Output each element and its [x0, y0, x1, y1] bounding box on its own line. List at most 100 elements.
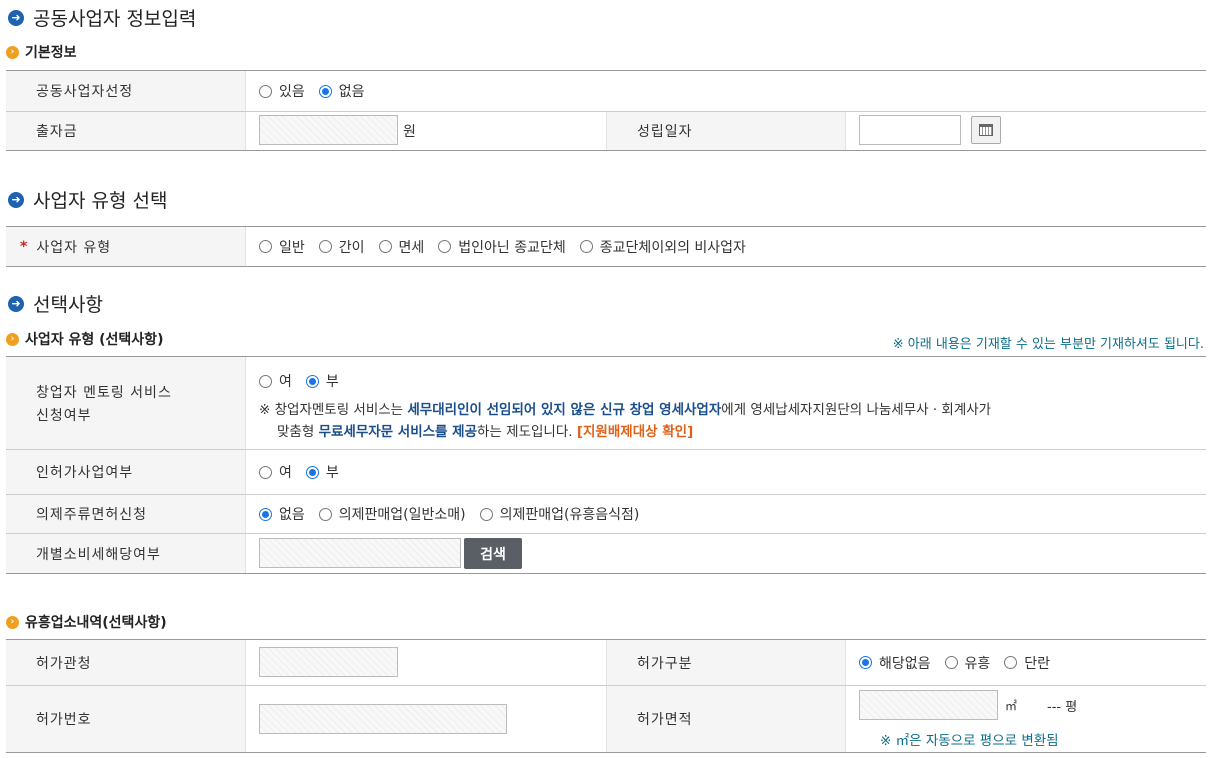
radio-label: 의제판매업(유흥음식점) [499, 507, 640, 523]
investment-label: 출자금 [6, 112, 246, 150]
radio-circle-icon [438, 240, 452, 253]
biztype-radios: 일반 간이 면세 법인아닌 종교단체 종교단체이외의 비사업자 [259, 227, 760, 266]
subsection-title-text: 기본정보 [25, 45, 77, 61]
number-label: 허가번호 [6, 686, 246, 752]
founded-date-input[interactable] [859, 115, 961, 145]
permit-label: 인허가사업여부 [6, 450, 246, 494]
calendar-icon [979, 124, 993, 136]
subsection-title-text: 유흥업소내역(선택사항) [25, 615, 167, 631]
radio-circle-icon [318, 240, 332, 253]
radio-kind-karaoke[interactable]: 단란 [1004, 653, 1050, 673]
radio-circle-icon [259, 374, 272, 388]
permit-number-input[interactable] [259, 704, 507, 734]
radio-circle-icon [944, 656, 958, 669]
radio-label: 여 [279, 374, 292, 390]
radio-liquor-retail[interactable]: 의제판매업(일반소매) [318, 504, 466, 524]
radio-biztype-simple[interactable]: 간이 [318, 237, 365, 257]
permit-radios: 여 부 [259, 450, 353, 494]
radio-label: 일반 [279, 239, 305, 256]
subsection-optional-title: › 사업자 유형 (선택사항) [6, 329, 163, 349]
radio-mentoring-no[interactable]: 부 [305, 371, 339, 391]
subsection-basic-title: › 기본정보 [6, 42, 77, 62]
radio-label: 면세 [398, 239, 425, 256]
radio-label: 있음 [279, 84, 305, 100]
radio-joint-yes[interactable]: 있음 [259, 81, 305, 101]
label-text: 허가관청 [36, 655, 92, 672]
radio-liquor-entertainment[interactable]: 의제판매업(유흥음식점) [479, 504, 640, 524]
radio-circle-icon [579, 240, 593, 253]
divider [6, 573, 1206, 574]
note-emphasis: 세무대리인이 선임되어 있지 않은 신규 창업 영세사업자 [407, 402, 722, 418]
arrow-right-icon: ➜ [8, 295, 24, 312]
label-text: 개별소비세해당여부 [36, 546, 161, 563]
label-text: 창업자 멘토링 서비스 [36, 384, 172, 401]
calendar-button[interactable] [971, 116, 1001, 144]
radio-biztype-general[interactable]: 일반 [259, 237, 305, 257]
founded-label: 성립일자 [606, 112, 846, 150]
note-line-1: ※ 창업자멘토링 서비스는 세무대리인이 선임되어 있지 않은 신규 창업 영세… [259, 399, 1189, 421]
radio-kind-entertainment[interactable]: 유흥 [944, 653, 990, 673]
radio-circle-icon [259, 465, 272, 479]
office-label: 허가관청 [6, 640, 246, 685]
radio-kind-none[interactable]: 해당없음 [859, 653, 931, 673]
excise-label: 개별소비세해당여부 [6, 534, 246, 573]
section-title-text: 선택사항 [33, 294, 103, 316]
search-button[interactable]: 검색 [464, 538, 522, 569]
radio-label: 의제판매업(일반소매) [338, 507, 466, 523]
joint-select-label: 공동사업자선정 [6, 71, 246, 111]
radio-circle-icon [378, 240, 392, 253]
radio-label: 부 [325, 465, 339, 481]
exclusion-check-link[interactable]: [지원배제대상 확인] [577, 424, 693, 440]
chevron-right-icon: › [6, 45, 19, 59]
section-title-text: 사업자 유형 선택 [33, 190, 168, 212]
joint-select-radios: 있음 없음 [259, 71, 379, 111]
label-text: 의제주류면허신청 [36, 507, 148, 523]
area-label: 허가면적 [606, 686, 846, 752]
radio-biztype-religious[interactable]: 법인아닌 종교단체 [438, 237, 566, 257]
radio-circle-icon [318, 507, 332, 521]
radio-permit-yes[interactable]: 여 [259, 462, 292, 482]
radio-circle-icon [259, 240, 272, 253]
subsection-title-text: 사업자 유형 (선택사항) [25, 332, 164, 348]
radio-mentoring-yes[interactable]: 여 [259, 371, 292, 391]
note-text: 하는 제도입니다. [477, 424, 577, 440]
investment-unit: 원 [403, 124, 416, 140]
kind-label: 허가구분 [606, 640, 846, 685]
radio-checked-icon [859, 656, 872, 669]
note-text: 에게 영세납세자지원단의 나눔세무사 · 회계사가 [721, 402, 992, 418]
radio-label: 해당없음 [879, 655, 931, 672]
subsection-venue-title: › 유흥업소내역(선택사항) [6, 612, 167, 632]
radio-circle-icon [259, 84, 272, 98]
radio-joint-no[interactable]: 없음 [318, 81, 365, 101]
radio-liquor-none[interactable]: 없음 [259, 504, 305, 524]
label-text: 인허가사업여부 [36, 465, 134, 481]
label-text: 허가구분 [637, 655, 693, 672]
section-optional-title: ➜ 선택사항 [8, 290, 103, 317]
office-input[interactable] [259, 647, 398, 677]
radio-label: 법인아닌 종교단체 [458, 239, 566, 256]
mentoring-radios: 여 부 [259, 370, 353, 392]
radio-biztype-nonbusiness[interactable]: 종교단체이외의 비사업자 [579, 237, 746, 257]
chevron-right-icon: › [6, 332, 19, 346]
radio-biztype-exempt[interactable]: 면세 [378, 237, 425, 257]
label-text: 허가번호 [36, 712, 92, 728]
liquor-radios: 없음 의제판매업(일반소매) 의제판매업(유흥음식점) [259, 495, 653, 533]
biztype-label: * 사업자 유형 [6, 227, 246, 266]
mentoring-note: ※ 창업자멘토링 서비스는 세무대리인이 선임되어 있지 않은 신규 창업 영세… [259, 399, 1189, 443]
investment-input[interactable] [259, 115, 398, 145]
kind-radios: 해당없음 유흥 단란 [859, 640, 1064, 685]
radio-checked-icon [318, 84, 332, 98]
radio-permit-no[interactable]: 부 [305, 462, 339, 482]
label-text: 신청여부 [36, 407, 92, 424]
excise-input[interactable] [259, 538, 461, 568]
mentoring-label: 창업자 멘토링 서비스 신청여부 [6, 357, 246, 449]
note-text: ※ 창업자멘토링 서비스는 [259, 402, 408, 418]
divider [6, 150, 1206, 151]
area-input[interactable] [859, 690, 998, 720]
radio-circle-icon [479, 507, 493, 521]
note-emphasis: 무료세무자문 서비스를 제공 [318, 424, 478, 440]
arrow-right-icon: ➜ [8, 191, 24, 208]
radio-checked-icon [259, 507, 272, 521]
pyeong-value: --- 평 [1047, 700, 1078, 715]
liquor-label: 의제주류면허신청 [6, 495, 246, 533]
